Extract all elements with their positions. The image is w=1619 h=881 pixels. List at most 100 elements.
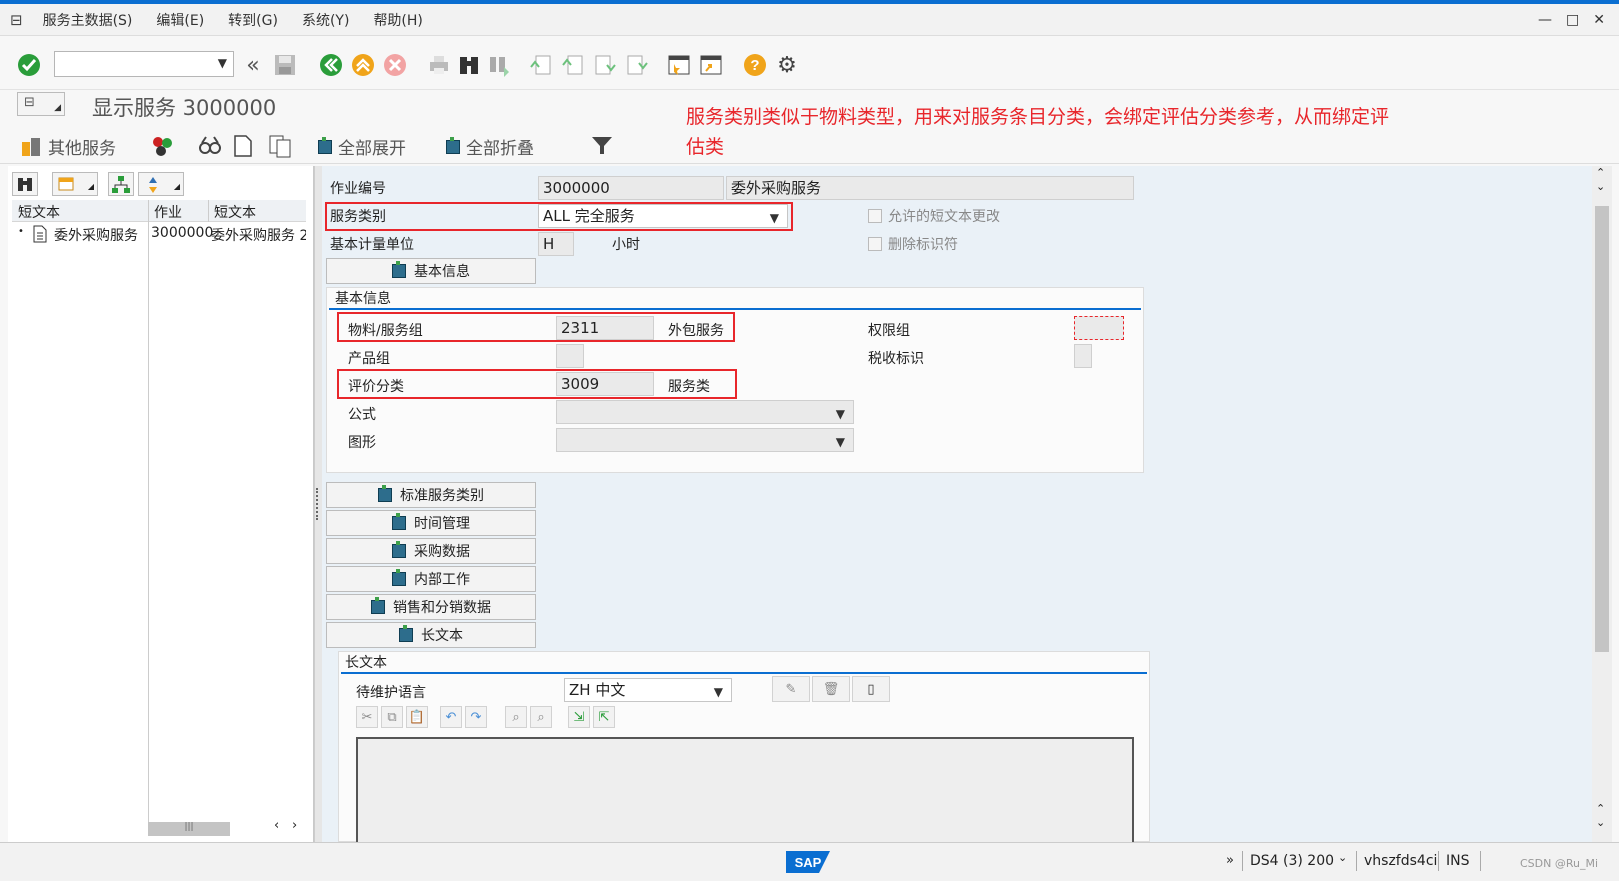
authorization-group-field[interactable] bbox=[1074, 316, 1124, 340]
tree-row-short-text-2: 委外采购服务 2 bbox=[211, 228, 306, 244]
first-page-icon[interactable] bbox=[528, 52, 554, 78]
standard-service-category-button[interactable]: 标准服务类别 bbox=[326, 482, 536, 508]
find-next-icon[interactable]: ⌕ bbox=[530, 706, 552, 728]
activity-no-field[interactable]: 3000000 bbox=[538, 176, 724, 200]
menu-item-edit[interactable]: 编辑(E) bbox=[156, 10, 204, 30]
language-select[interactable]: ZH 中文 ▼ bbox=[564, 678, 732, 702]
other-services-button[interactable]: 其他服务 bbox=[20, 134, 116, 159]
tax-indicator-field[interactable] bbox=[1074, 344, 1092, 368]
chevron-down-icon[interactable]: ⌄ bbox=[1338, 851, 1347, 864]
col-divider bbox=[208, 200, 209, 222]
paste-icon[interactable]: 📋 bbox=[406, 706, 428, 728]
collapse-section-icon bbox=[392, 261, 406, 278]
tree-col-short-text-2[interactable]: 短文本 bbox=[214, 202, 256, 222]
tree-row[interactable]: • 委外采购服务 3000000 委外采购服务 2 bbox=[12, 222, 306, 822]
product-group-field[interactable] bbox=[556, 344, 584, 368]
filter-button[interactable] bbox=[590, 134, 614, 156]
print-icon[interactable] bbox=[426, 52, 452, 78]
tree-hierarchy-button[interactable] bbox=[108, 172, 134, 196]
other-services-icon bbox=[22, 137, 40, 156]
vertical-scrollbar[interactable]: ⌃ ⌄ ⌃ ⌄ bbox=[1592, 166, 1612, 842]
pane-splitter[interactable] bbox=[314, 166, 322, 842]
last-page-icon[interactable] bbox=[624, 52, 650, 78]
undo-icon[interactable]: ↶ bbox=[440, 706, 462, 728]
text-document-button[interactable]: ▯ bbox=[852, 676, 890, 702]
col-divider bbox=[148, 222, 149, 822]
delete-text-button[interactable]: 🗑 bbox=[812, 676, 850, 702]
menu-item-service-master[interactable]: 服务主数据(S) bbox=[43, 10, 133, 30]
copy-document-button[interactable] bbox=[268, 134, 292, 158]
chevron-down-icon[interactable]: ▼ bbox=[218, 56, 227, 70]
scroll-up-icon[interactable]: ⌃ bbox=[1596, 802, 1605, 815]
activity-desc-field[interactable]: 委外采购服务 bbox=[726, 176, 1134, 200]
back-icon[interactable] bbox=[318, 52, 344, 78]
internal-work-button[interactable]: 内部工作 bbox=[326, 566, 536, 592]
purchasing-data-button[interactable]: 采购数据 bbox=[326, 538, 536, 564]
menu-icon[interactable]: ⊟ bbox=[10, 11, 23, 29]
time-management-button[interactable]: 时间管理 bbox=[326, 510, 536, 536]
scroll-up-icon[interactable]: ⌃ bbox=[1596, 166, 1605, 179]
scroll-left-icon[interactable]: ‹ bbox=[274, 818, 279, 833]
create-session-icon[interactable] bbox=[666, 52, 692, 78]
edit-text-button[interactable]: ✎ bbox=[772, 676, 810, 702]
previous-page-icon[interactable] bbox=[560, 52, 586, 78]
vertical-scrollbar-thumb[interactable] bbox=[1595, 206, 1609, 652]
find-icon[interactable] bbox=[456, 52, 482, 78]
save-icon[interactable] bbox=[272, 52, 298, 78]
tree-col-activity[interactable]: 作业 bbox=[154, 202, 182, 222]
menu-button[interactable]: ⊟ ◢ bbox=[17, 92, 65, 116]
long-text-editor[interactable] bbox=[356, 737, 1134, 842]
minimize-icon[interactable]: — bbox=[1538, 12, 1552, 28]
new-document-button[interactable] bbox=[232, 134, 254, 158]
formula-select[interactable]: ▼ bbox=[556, 400, 854, 424]
cut-icon[interactable]: ✂ bbox=[356, 706, 378, 728]
redo-icon[interactable]: ↷ bbox=[465, 706, 487, 728]
settings-icon[interactable]: ⚙ bbox=[774, 52, 800, 78]
cancel-icon[interactable] bbox=[382, 52, 408, 78]
shortcut-icon[interactable] bbox=[698, 52, 724, 78]
help-icon[interactable]: ? bbox=[742, 52, 768, 78]
tree-bullet: • bbox=[18, 226, 24, 237]
menu-item-system[interactable]: 系统(Y) bbox=[302, 10, 349, 30]
scroll-down-icon[interactable]: ⌄ bbox=[1596, 816, 1605, 829]
tree-col-short-text[interactable]: 短文本 bbox=[18, 202, 60, 222]
tree-move-button[interactable]: ◢ bbox=[138, 172, 184, 196]
collapse-all-button[interactable]: 全部折叠 bbox=[446, 134, 534, 159]
scroll-down-icon[interactable]: ⌄ bbox=[1596, 180, 1605, 193]
find-icon[interactable]: ⌕ bbox=[505, 706, 527, 728]
graphic-select[interactable]: ▼ bbox=[556, 428, 854, 452]
find-next-icon[interactable] bbox=[486, 52, 512, 78]
command-field[interactable]: ▼ bbox=[54, 51, 234, 77]
next-page-icon[interactable] bbox=[592, 52, 618, 78]
maximize-icon[interactable]: □ bbox=[1566, 12, 1579, 28]
deletion-flag-checkbox[interactable] bbox=[868, 237, 882, 251]
expand-status-icon[interactable]: » bbox=[1226, 853, 1234, 868]
copy-icon[interactable]: ⧉ bbox=[381, 706, 403, 728]
tree-layout-button[interactable]: ◢ bbox=[52, 172, 98, 196]
menu-item-help[interactable]: 帮助(H) bbox=[373, 10, 422, 30]
splitter-handle[interactable] bbox=[316, 488, 320, 520]
tree-find-button[interactable] bbox=[12, 172, 38, 196]
expand-all-button[interactable]: 全部展开 bbox=[318, 134, 406, 159]
watermark: CSDN @Ru_Mi bbox=[1520, 857, 1599, 870]
glasses-button[interactable] bbox=[198, 134, 222, 158]
collapse-icon[interactable]: « bbox=[240, 52, 266, 78]
exit-icon[interactable] bbox=[350, 52, 376, 78]
menu-item-goto[interactable]: 转到(G) bbox=[228, 10, 278, 30]
collapse-all-label: 全部折叠 bbox=[466, 139, 534, 159]
display-changes-button[interactable] bbox=[150, 134, 174, 158]
horizontal-scrollbar-thumb[interactable]: ||| bbox=[148, 822, 230, 836]
base-uom-field[interactable]: H bbox=[538, 232, 574, 256]
close-icon[interactable]: ✕ bbox=[1593, 12, 1605, 28]
export-icon[interactable]: ⇱ bbox=[593, 706, 615, 728]
long-text-button[interactable]: 长文本 bbox=[326, 622, 536, 648]
sales-distribution-button[interactable]: 销售和分销数据 bbox=[326, 594, 536, 620]
allow-short-text-checkbox[interactable] bbox=[868, 209, 882, 223]
expand-section-icon bbox=[378, 485, 392, 502]
enter-icon[interactable] bbox=[16, 52, 42, 78]
status-divider bbox=[1356, 851, 1357, 871]
import-icon[interactable]: ⇲ bbox=[568, 706, 590, 728]
scroll-right-icon[interactable]: › bbox=[292, 818, 297, 833]
layout-icon bbox=[58, 177, 74, 191]
basic-info-button[interactable]: 基本信息 bbox=[326, 258, 536, 284]
